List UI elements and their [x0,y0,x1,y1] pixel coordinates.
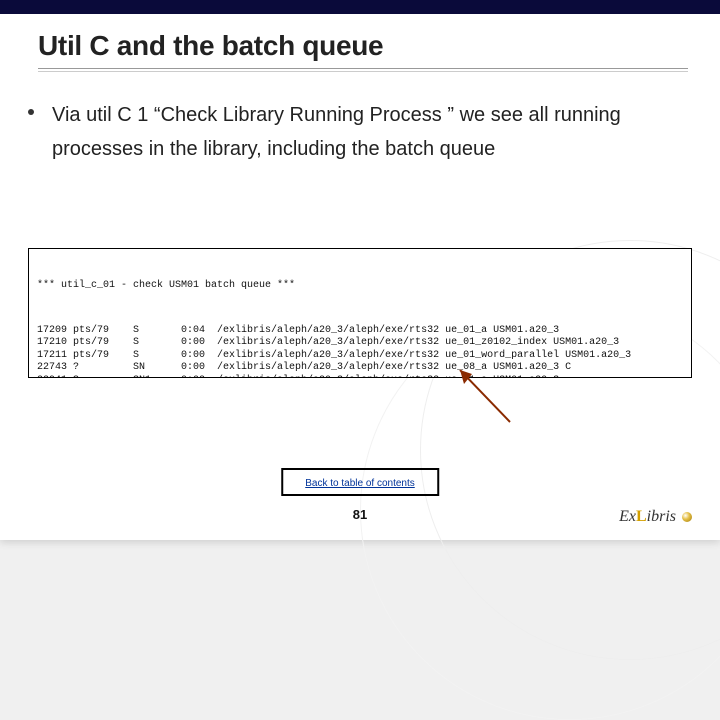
back-link-box[interactable]: Back to table of contents [281,468,439,496]
bullet-item: Via util C 1 “Check Library Running Proc… [28,98,680,166]
logo-part-ex: Ex [619,508,636,526]
top-bar [0,0,720,14]
terminal-output-box: *** util_c_01 - check USM01 batch queue … [28,248,692,378]
terminal-row: 22743 ? SN 0:00 /exlibris/aleph/a20_3/al… [37,362,683,375]
back-link[interactable]: Back to table of contents [305,478,415,489]
exlibris-logo: ExLibris [619,508,692,526]
terminal-row: 22941 ? SN1 0:02 /exlibris/aleph/a20_3/a… [37,375,683,379]
terminal-row: 17211 pts/79 S 0:00 /exlibris/aleph/a20_… [37,350,683,363]
slide-title: Util C and the batch queue [38,30,383,62]
bullet-text: Via util C 1 “Check Library Running Proc… [52,98,680,166]
bullet-dot-icon [28,109,34,115]
slide: Util C and the batch queue Via util C 1 … [0,0,720,540]
terminal-header: *** util_c_01 - check USM01 batch queue … [37,280,683,293]
terminal-row: 17210 pts/79 S 0:00 /exlibris/aleph/a20_… [37,337,683,350]
page-number: 81 [353,507,367,522]
terminal-rows: 17209 pts/79 S 0:04 /exlibris/aleph/a20_… [37,325,683,379]
logo-part-l: L [636,508,647,526]
logo-dot-icon [682,512,692,522]
title-underline [38,68,688,72]
terminal-row: 17209 pts/79 S 0:04 /exlibris/aleph/a20_… [37,325,683,338]
logo-part-rest: ibris [647,508,676,526]
